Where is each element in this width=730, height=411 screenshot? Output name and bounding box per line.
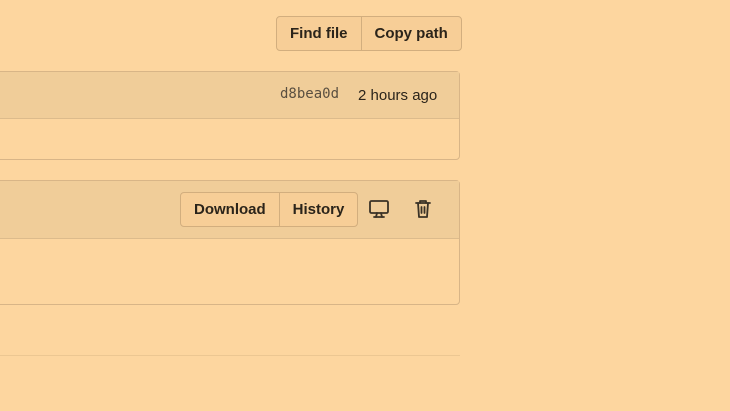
blob-actions-group: Download History bbox=[180, 192, 359, 227]
trash-icon[interactable] bbox=[409, 195, 437, 223]
history-button[interactable]: History bbox=[278, 193, 358, 226]
copy-path-button[interactable]: Copy path bbox=[360, 17, 461, 50]
last-commit-header: d8bea0d 2 hours ago bbox=[0, 72, 459, 119]
file-actions-group: Find file Copy path bbox=[276, 16, 462, 51]
find-file-button[interactable]: Find file bbox=[277, 17, 361, 50]
commit-sha-link[interactable]: d8bea0d bbox=[280, 86, 339, 102]
download-button[interactable]: Download bbox=[181, 193, 279, 226]
file-blob-header: Download History bbox=[0, 181, 459, 239]
page: Find file Copy path d8bea0d 2 hours ago … bbox=[0, 0, 730, 411]
file-blob-panel: Download History bbox=[0, 180, 460, 305]
commit-time: 2 hours ago bbox=[358, 87, 438, 104]
divider bbox=[0, 355, 460, 356]
monitor-icon[interactable] bbox=[365, 195, 393, 223]
last-commit-panel: d8bea0d 2 hours ago bbox=[0, 71, 460, 160]
